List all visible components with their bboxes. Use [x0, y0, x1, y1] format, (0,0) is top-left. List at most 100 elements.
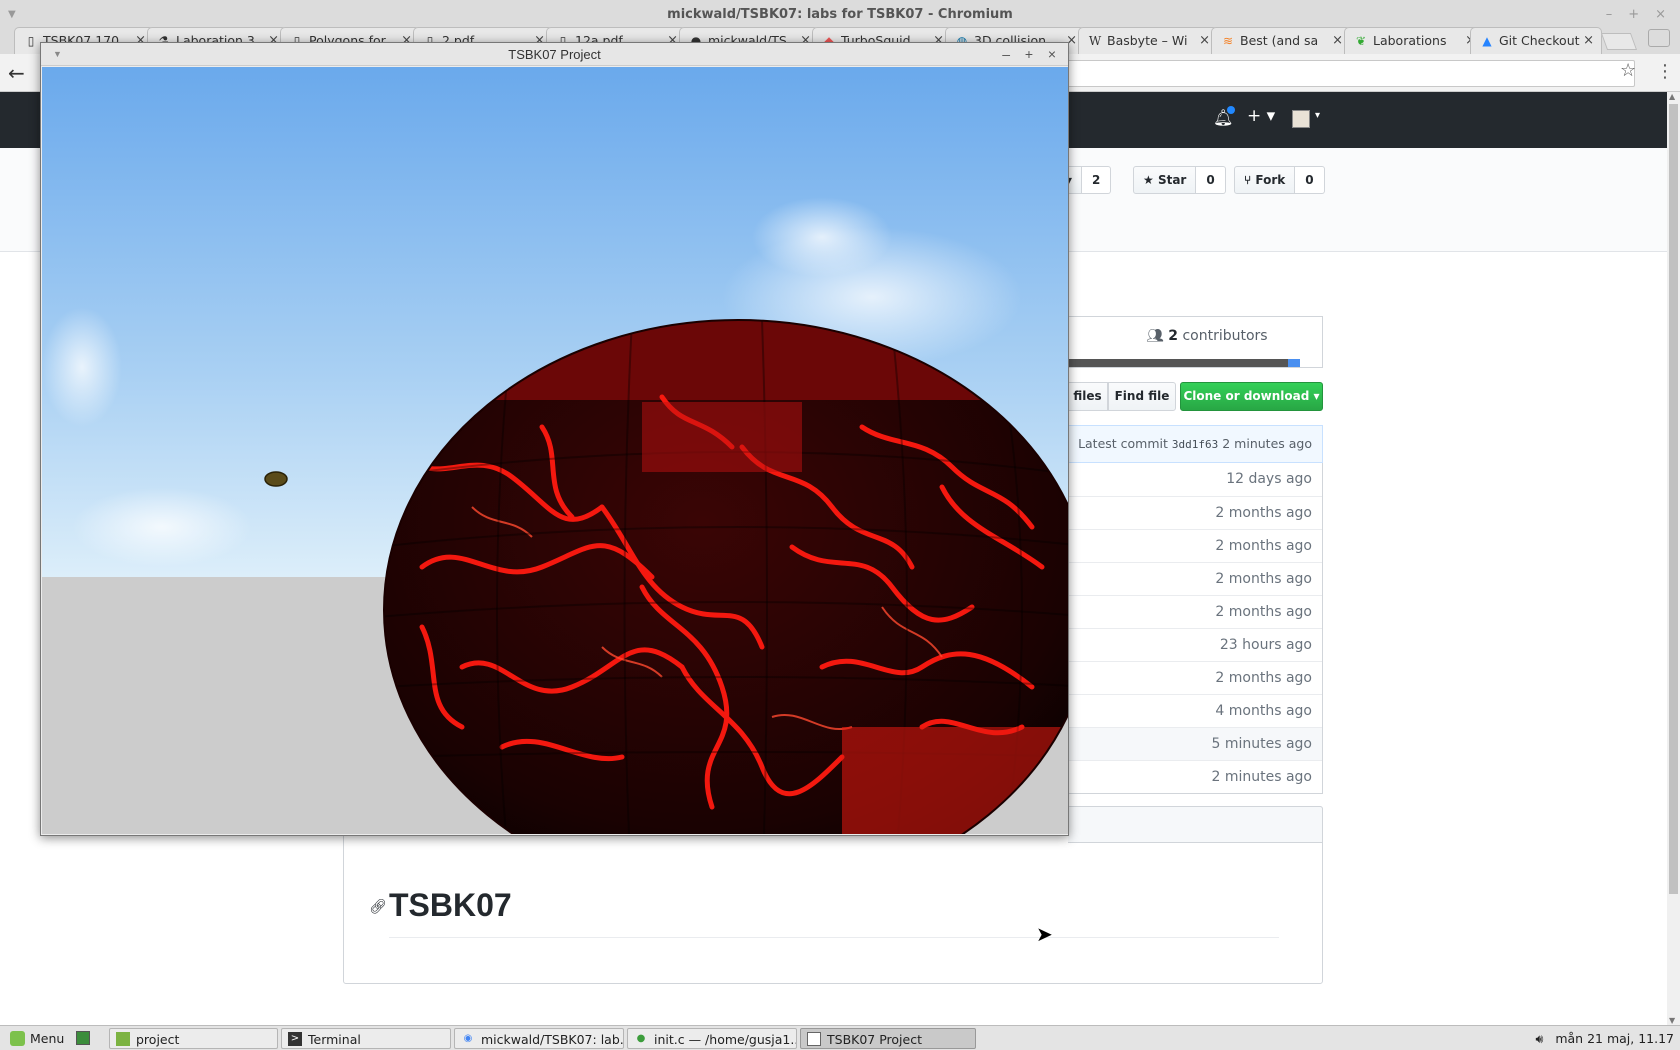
window-icon — [807, 1032, 821, 1046]
watch-count[interactable]: 2 — [1082, 166, 1112, 194]
leaf-icon: ❦ — [1355, 34, 1367, 48]
document-icon: ▯ — [27, 34, 35, 48]
project-window: ▼ TSBK07 Project – + × — [40, 42, 1069, 836]
upload-files-button[interactable]: files — [1068, 382, 1108, 411]
browser-menu-icon[interactable]: ⋮ — [1656, 61, 1674, 82]
project-window-title: TSBK07 Project — [508, 47, 601, 62]
divider — [389, 937, 1279, 938]
minimize-icon[interactable]: – — [1606, 0, 1613, 30]
taskbar-item-editor[interactable]: ● init.c — /home/gusja1... — [627, 1028, 797, 1049]
table-row[interactable]: 2 months ago — [1068, 496, 1322, 529]
browser-titlebar: ▼ mickwald/TSBK07: labs for TSBK07 - Chr… — [0, 0, 1680, 30]
minimize-icon[interactable]: – — [1002, 43, 1010, 66]
system-tray: 🔊︎ mån 21 maj, 11.17 — [1535, 1026, 1680, 1050]
tab-close-icon[interactable]: × — [1332, 28, 1343, 54]
language-bar[interactable] — [1068, 359, 1300, 367]
link-anchor-icon[interactable]: 🔗︎ — [369, 899, 387, 915]
table-row[interactable]: 2 months ago — [1068, 661, 1322, 694]
avatar[interactable] — [1292, 110, 1310, 128]
scrollbar-thumb[interactable] — [1669, 104, 1678, 894]
star-button[interactable]: ★ Star — [1133, 166, 1197, 194]
create-new-icon[interactable]: + ▾ — [1247, 106, 1275, 126]
readme-title: TSBK07 — [389, 887, 512, 923]
fork-count[interactable]: 0 — [1295, 166, 1325, 194]
opengl-viewport[interactable] — [42, 67, 1068, 834]
notification-dot-icon — [1227, 106, 1235, 114]
show-desktop-icon[interactable] — [74, 1028, 92, 1049]
latest-commit-bar: Latest commit 3dd1f63 2 minutes ago — [1068, 425, 1323, 463]
taskbar-item-chromium[interactable]: ◉ mickwald/TSBK07: lab... — [454, 1028, 624, 1049]
browser-tab[interactable]: ≋ Best (and sa × — [1211, 27, 1351, 54]
table-row[interactable]: 2 minutes ago — [1068, 760, 1322, 793]
contributors-link[interactable]: 👥︎ 2 contributors — [1146, 328, 1268, 344]
clone-download-button[interactable]: Clone or download ▾ — [1180, 382, 1323, 411]
star-icon: ★ — [1143, 173, 1158, 187]
taskbar-item-terminal[interactable]: > Terminal — [281, 1028, 451, 1049]
star-count[interactable]: 0 — [1196, 166, 1226, 194]
table-row[interactable]: 2 months ago — [1068, 595, 1322, 628]
taskbar: Menu project > Terminal ◉ mickwald/TSBK07:… — [0, 1025, 1680, 1050]
profile-icon[interactable] — [1648, 29, 1670, 47]
close-icon[interactable]: × — [1655, 0, 1666, 30]
browser-window-title: mickwald/TSBK07: labs for TSBK07 - Chrom… — [667, 7, 1013, 22]
taskbar-item-project[interactable]: project — [109, 1028, 278, 1049]
page-scrollbar[interactable]: ▲ ▼ — [1667, 92, 1680, 1025]
fork-icon: ⑂ — [1244, 173, 1256, 187]
fork-button[interactable]: ⑂ Fork — [1234, 166, 1296, 194]
mint-logo-icon — [10, 1031, 25, 1046]
watch-group: ▾ 2 — [1062, 166, 1112, 194]
table-row[interactable]: 2 months ago — [1068, 562, 1322, 595]
table-row[interactable]: 5 minutes ago — [1068, 727, 1322, 760]
back-arrow-icon[interactable]: ← — [8, 61, 25, 85]
close-icon[interactable]: × — [1048, 43, 1056, 66]
window-menu-icon[interactable]: ▼ — [8, 0, 16, 30]
editor-icon: ● — [636, 1033, 646, 1044]
maximize-icon[interactable]: + — [1628, 0, 1639, 30]
tab-close-icon[interactable]: × — [1583, 28, 1594, 54]
new-tab-button[interactable] — [1600, 33, 1638, 50]
terminal-icon: > — [288, 1032, 302, 1046]
browser-tab[interactable]: ▲ Git Checkout × — [1470, 27, 1602, 54]
maximize-icon[interactable]: + — [1025, 43, 1033, 66]
taskbar-item-tsbk07-project[interactable]: TSBK07 Project — [800, 1028, 976, 1049]
project-titlebar[interactable]: ▼ TSBK07 Project – + × — [41, 43, 1068, 66]
table-row[interactable]: 2 months ago — [1068, 529, 1322, 562]
wikipedia-icon: W — [1088, 34, 1102, 48]
scroll-down-icon[interactable]: ▼ — [1669, 1016, 1675, 1025]
fork-group: ⑂ Fork 0 — [1234, 166, 1325, 194]
browser-tab[interactable]: W Basbyte – Wi × — [1078, 27, 1218, 54]
cloud — [72, 487, 252, 567]
tab-close-icon[interactable]: × — [1199, 28, 1210, 54]
cloud — [42, 307, 122, 427]
bookmark-star-icon[interactable]: ☆ — [1620, 60, 1636, 81]
star-group: ★ Star 0 — [1133, 166, 1226, 194]
commit-time: 2 minutes ago — [1222, 436, 1312, 451]
language-segment — [1288, 359, 1300, 367]
chromium-icon: ◉ — [463, 1033, 473, 1044]
browser-tab[interactable]: ❦Laborations× — [1344, 27, 1484, 54]
find-file-button[interactable]: Find file — [1108, 382, 1176, 411]
mouse-cursor-icon: ➤ — [1036, 922, 1053, 946]
cloud — [752, 197, 892, 277]
chevron-down-icon[interactable]: ▾ — [1315, 110, 1320, 121]
window-menu-icon[interactable]: ▼ — [53, 43, 62, 66]
scroll-up-icon[interactable]: ▲ — [1669, 92, 1675, 101]
small-object — [264, 471, 288, 487]
commit-sha[interactable]: 3dd1f63 — [1172, 438, 1218, 451]
volume-icon[interactable]: 🔊︎ — [1535, 1031, 1543, 1046]
repo-summary: 👥︎ 2 contributors — [1068, 316, 1323, 368]
table-row[interactable]: 12 days ago — [1068, 463, 1322, 496]
table-row[interactable]: 4 months ago — [1068, 694, 1322, 727]
people-icon: 👥︎ — [1146, 328, 1169, 344]
atlassian-icon: ▲ — [1482, 34, 1492, 48]
table-row[interactable]: 23 hours ago — [1068, 628, 1322, 661]
file-table: 12 days ago 2 months ago 2 months ago 2 … — [1068, 463, 1323, 794]
clock[interactable]: mån 21 maj, 11.17 — [1555, 1031, 1674, 1046]
stackoverflow-icon: ≋ — [1222, 34, 1234, 48]
folder-icon — [116, 1032, 130, 1046]
window-controls: – + × — [1606, 0, 1666, 30]
chevron-down-icon: ▾ — [1313, 389, 1320, 403]
scene-render — [42, 67, 1068, 834]
readme-header — [1068, 806, 1323, 843]
start-menu-button[interactable]: Menu — [4, 1028, 70, 1049]
